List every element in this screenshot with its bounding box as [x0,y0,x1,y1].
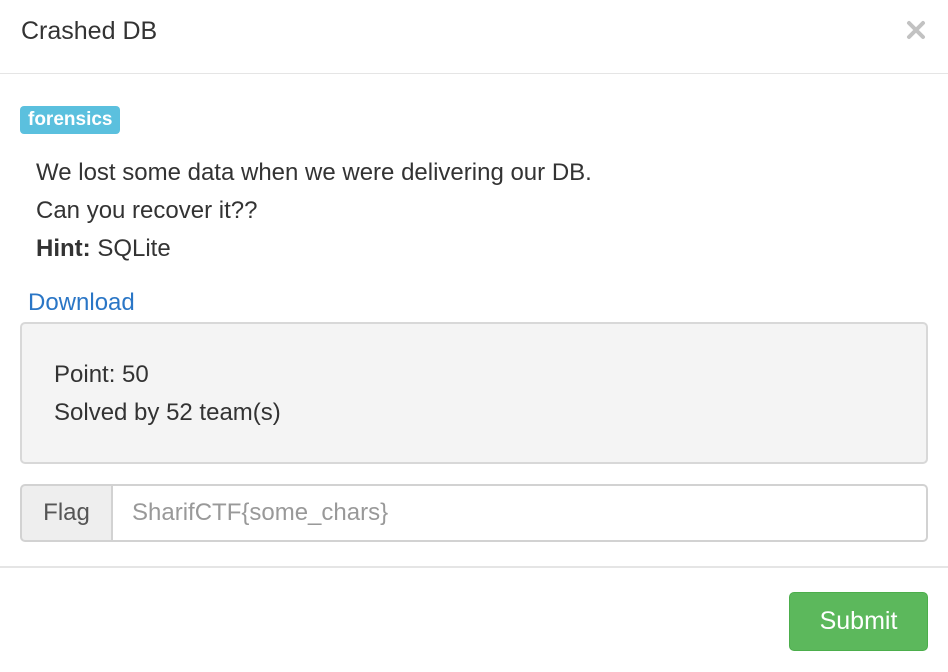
close-button[interactable] [904,18,928,42]
close-icon [904,18,928,42]
submit-button[interactable]: Submit [789,592,928,651]
category-badge: forensics [20,106,121,134]
hint-value: SQLite [90,235,171,262]
solved-count-text: Solved by 52 team(s) [54,399,281,426]
hint-label: Hint: [36,235,91,262]
modal-title: Crashed DB [21,17,158,45]
hint-line: Hint: SQLite [36,230,592,268]
challenge-info-panel: Point: 50 Solved by 52 team(s) [20,322,928,464]
challenge-description: We lost some data when we were deliverin… [36,154,592,268]
points-text: Point: 50 [54,361,149,388]
challenge-modal: Crashed DB forensics We lost some data w… [0,0,948,672]
flag-input[interactable] [111,484,928,542]
download-link[interactable]: Download [28,287,135,319]
modal-footer: Submit [0,566,948,672]
description-line: We lost some data when we were deliverin… [36,159,592,186]
description-line: Can you recover it?? [36,197,258,224]
modal-header: Crashed DB [0,0,948,74]
flag-input-group: Flag [20,484,928,542]
flag-addon-label: Flag [20,484,111,542]
